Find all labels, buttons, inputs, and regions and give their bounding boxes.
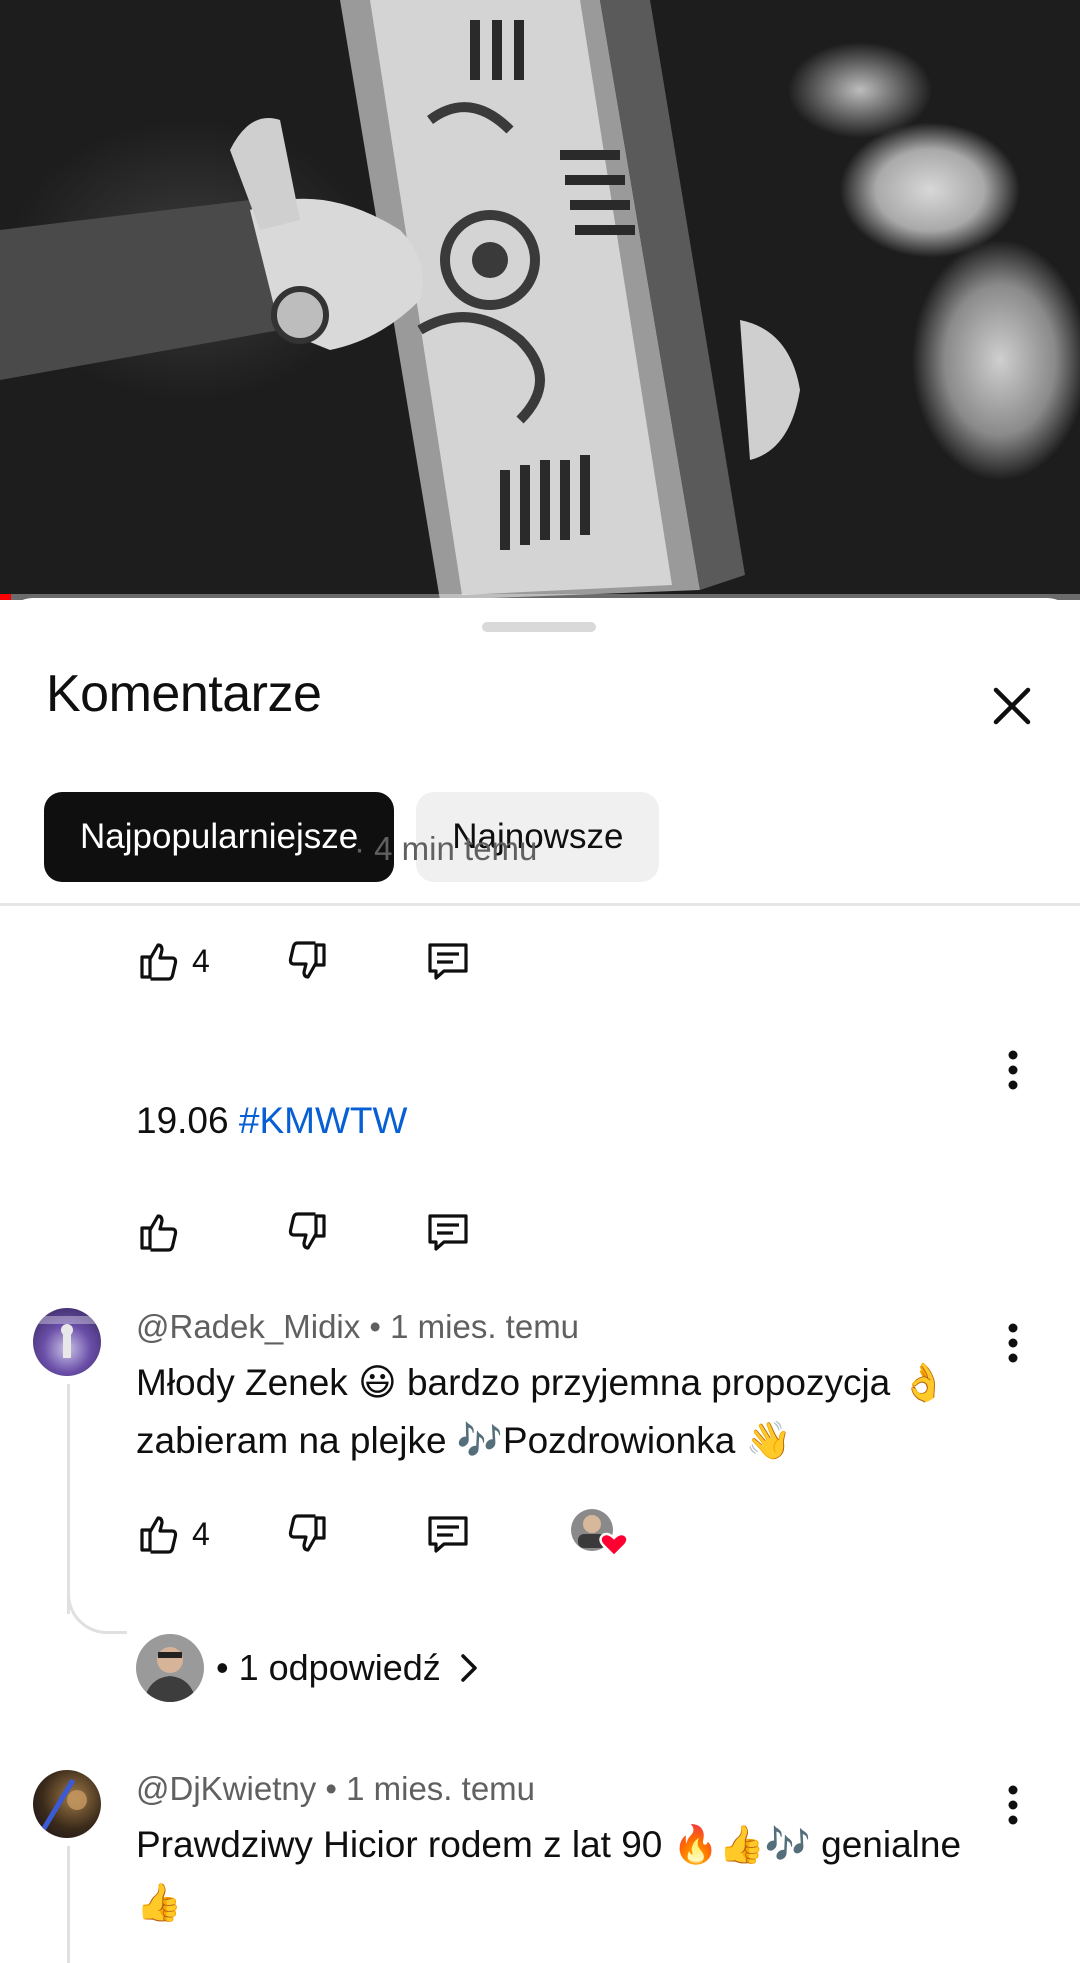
close-icon bbox=[993, 687, 1031, 725]
thumbs-down-icon bbox=[288, 1212, 326, 1250]
video-progress-fill bbox=[0, 594, 11, 600]
creator-heart-badge bbox=[570, 1506, 630, 1562]
creator-heart-icon bbox=[571, 1509, 629, 1558]
comment-text: Prawdziwy Hicior rodem z lat 90 🔥👍🎶 geni… bbox=[136, 1816, 1016, 1932]
comment-meta: @Radek_Midix • 1 mies. temu bbox=[136, 1308, 579, 1346]
video-frame-accordion-image bbox=[0, 0, 800, 600]
thumbs-up-icon bbox=[140, 1516, 178, 1554]
reply-avatar bbox=[136, 1634, 204, 1702]
comment-icon bbox=[428, 1214, 468, 1251]
dislike-button[interactable] bbox=[284, 1510, 424, 1558]
comment-icon bbox=[428, 943, 468, 980]
comment-actions bbox=[134, 1204, 554, 1260]
chevron-right-icon bbox=[461, 1654, 477, 1682]
chip-top-comments[interactable]: Najpopularniejsze bbox=[44, 792, 395, 882]
like-button[interactable]: 4 bbox=[134, 937, 284, 985]
reply-button[interactable] bbox=[424, 937, 554, 985]
thumbs-up-icon bbox=[140, 1214, 178, 1252]
like-count: 4 bbox=[192, 942, 210, 979]
comment-meta: · 4 min temu bbox=[354, 830, 537, 868]
comment-time: · 4 min temu bbox=[354, 830, 538, 867]
replies-count-label: • 1 odpowiedź bbox=[216, 1647, 441, 1688]
comments-sheet: Komentarze Najpopularniejsze Najnowsze 4… bbox=[0, 598, 1080, 1963]
thread-curve bbox=[67, 1574, 127, 1634]
comment-actions: 4 bbox=[134, 1506, 554, 1562]
comment-text-line: Młody Zenek 😃 bardzo przyjemna propozycj… bbox=[136, 1362, 947, 1403]
comment-text-prefix: 19.06 bbox=[136, 1100, 239, 1141]
avatar-image bbox=[33, 1316, 101, 1358]
thumbs-up-icon bbox=[140, 943, 178, 981]
video-player[interactable] bbox=[0, 0, 1080, 600]
close-button[interactable] bbox=[982, 676, 1042, 736]
like-count: 4 bbox=[192, 1515, 210, 1552]
comment-time: • 1 mies. temu bbox=[325, 1770, 536, 1807]
comment-time: • 1 mies. temu bbox=[369, 1308, 580, 1345]
like-button[interactable] bbox=[134, 1208, 284, 1256]
comment-text: 19.06 #KMWTW bbox=[136, 1092, 1016, 1150]
avatar[interactable] bbox=[33, 1770, 101, 1838]
sort-chips: Najpopularniejsze Najnowsze bbox=[44, 792, 660, 882]
comment-text: Młody Zenek 😃 bardzo przyjemna propozycj… bbox=[136, 1354, 1016, 1470]
reply-button[interactable] bbox=[424, 1510, 554, 1558]
thumbs-down-icon bbox=[288, 1514, 326, 1552]
comment-text-line: Prawdziwy Hicior rodem z lat 90 🔥👍🎶 geni… bbox=[136, 1824, 962, 1865]
comment-icon bbox=[428, 1516, 468, 1553]
hashtag-link[interactable]: #KMWTW bbox=[239, 1100, 408, 1141]
thread-line bbox=[67, 1846, 70, 1963]
comment-author[interactable]: @Radek_Midix bbox=[136, 1308, 360, 1345]
avatar-image bbox=[136, 1634, 204, 1702]
header-divider bbox=[0, 903, 1080, 906]
comment-author[interactable]: @DjKwietny bbox=[136, 1770, 316, 1807]
comment-text-line: zabieram na plejke 🎶Pozdrowionka 👋 bbox=[136, 1420, 792, 1461]
sheet-title: Komentarze bbox=[46, 665, 322, 723]
sheet-drag-handle[interactable] bbox=[482, 622, 596, 632]
thumbs-down-icon bbox=[288, 941, 326, 979]
more-vertical-icon bbox=[1008, 1050, 1018, 1090]
view-replies-button[interactable]: • 1 odpowiedź bbox=[136, 1634, 489, 1702]
like-button[interactable]: 4 bbox=[134, 1510, 284, 1558]
comment-actions: 4 bbox=[134, 933, 554, 989]
avatar[interactable] bbox=[33, 1308, 101, 1376]
dislike-button[interactable] bbox=[284, 1208, 424, 1256]
avatar-image bbox=[40, 1778, 87, 1832]
dislike-button[interactable] bbox=[284, 937, 424, 985]
comment-text-line: 👍 bbox=[136, 1882, 183, 1923]
reply-button[interactable] bbox=[424, 1208, 554, 1256]
comment-more-button[interactable] bbox=[996, 1045, 1030, 1095]
comment-meta: @DjKwietny • 1 mies. temu bbox=[136, 1770, 535, 1808]
